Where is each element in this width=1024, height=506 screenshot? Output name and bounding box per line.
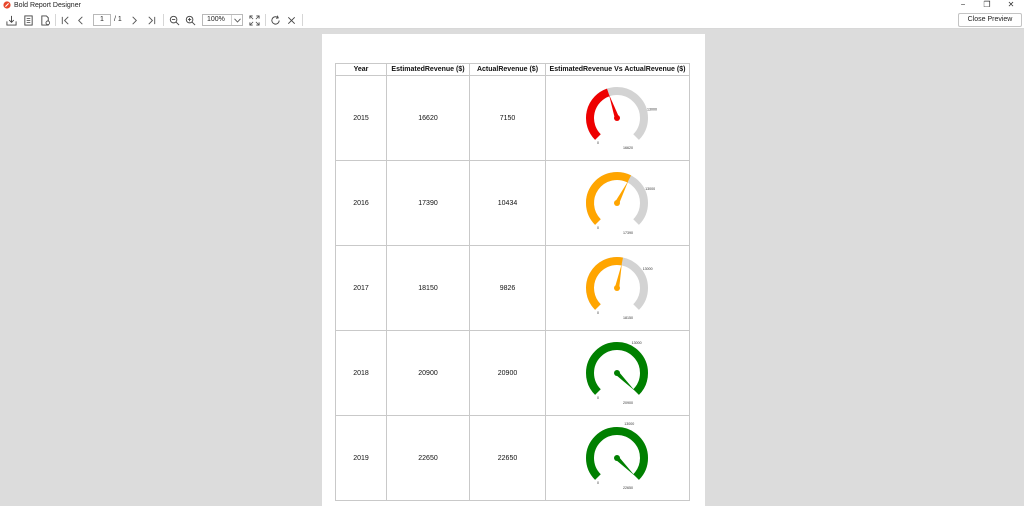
estimated-revenue-cell: 18150 xyxy=(386,245,470,331)
estimated-revenue-cell: 17390 xyxy=(386,160,470,246)
year-cell: 2016 xyxy=(335,160,387,246)
column-header-estimated-revenue: EstimatedRevenue ($) xyxy=(386,63,470,76)
revenue-table: Year EstimatedRevenue ($) ActualRevenue … xyxy=(335,63,690,501)
next-page-icon[interactable] xyxy=(127,13,141,27)
bold-reports-logo-icon xyxy=(3,1,11,9)
first-page-icon[interactable] xyxy=(58,13,72,27)
revenue-gauge: 0 20900 13000 xyxy=(586,341,648,405)
gauge-needle xyxy=(614,263,622,289)
gauge-target-label: 13000 xyxy=(624,422,634,426)
zoom-value: 100% xyxy=(207,16,225,23)
revenue-gauge: 0 17390 13000 xyxy=(586,172,655,235)
table-row: 2016 17390 10434 0 17390 13000 xyxy=(335,160,690,246)
gauge-value-arc xyxy=(586,172,632,225)
gauge-value-arc xyxy=(586,427,648,480)
page-total-label: / 1 xyxy=(114,16,122,23)
gauge-needle-cap xyxy=(614,370,620,376)
minimize-button[interactable]: − xyxy=(952,0,974,11)
toolbar-separator xyxy=(302,14,303,26)
actual-revenue-cell: 10434 xyxy=(469,160,546,246)
toolbar-separator xyxy=(55,14,56,26)
previous-page-icon[interactable] xyxy=(73,13,87,27)
fit-page-icon[interactable] xyxy=(247,13,261,27)
gauge-max-label: 20900 xyxy=(623,401,633,405)
table-row: 2019 22650 22650 0 22650 13000 xyxy=(335,415,690,501)
gauge-min-label: 0 xyxy=(597,311,599,315)
gauge-cell: 0 16620 13000 xyxy=(545,75,690,161)
year-cell: 2017 xyxy=(335,245,387,331)
column-header-gauge: EstimatedRevenue Vs ActualRevenue ($) xyxy=(545,63,690,76)
gauge-min-label: 0 xyxy=(597,226,599,230)
gauge-min-label: 0 xyxy=(597,396,599,400)
gauge-max-label: 16620 xyxy=(623,146,633,150)
estimated-revenue-cell: 22650 xyxy=(386,415,470,501)
preview-toolbar: 1 / 1 100% Close Preview xyxy=(0,11,1024,29)
revenue-gauge: 0 22650 13000 xyxy=(586,422,648,490)
toolbar-separator xyxy=(163,14,164,26)
gauge-max-label: 18150 xyxy=(623,316,633,320)
gauge-target-label: 13000 xyxy=(647,107,657,111)
column-header-actual-revenue: ActualRevenue ($) xyxy=(469,63,546,76)
export-icon[interactable] xyxy=(4,13,18,27)
gauge-min-label: 0 xyxy=(597,481,599,485)
table-row: 2018 20900 20900 0 20900 13000 xyxy=(335,330,690,416)
chevron-down-icon[interactable] xyxy=(231,15,242,25)
gauge-target-label: 13000 xyxy=(645,187,655,191)
gauge-needle-cap xyxy=(614,285,620,291)
page-setup-icon[interactable] xyxy=(38,13,52,27)
zoom-in-icon[interactable] xyxy=(183,13,197,27)
gauge-min-label: 0 xyxy=(597,141,599,145)
estimated-revenue-cell: 16620 xyxy=(386,75,470,161)
column-header-year: Year xyxy=(335,63,387,76)
actual-revenue-cell: 22650 xyxy=(469,415,546,501)
toolbar-separator xyxy=(265,14,266,26)
year-cell: 2018 xyxy=(335,330,387,416)
window-title: Bold Report Designer xyxy=(14,2,81,9)
print-layout-icon[interactable] xyxy=(21,13,35,27)
cancel-icon[interactable] xyxy=(284,13,298,27)
close-window-button[interactable]: ✕ xyxy=(1000,0,1022,11)
zoom-dropdown[interactable]: 100% xyxy=(202,14,243,26)
page-number-input[interactable]: 1 xyxy=(93,14,111,26)
table-row: 2017 18150 9826 0 18150 13000 xyxy=(335,245,690,331)
gauge-needle-cap xyxy=(614,115,620,121)
year-cell: 2015 xyxy=(335,75,387,161)
table-header-row: Year EstimatedRevenue ($) ActualRevenue … xyxy=(335,63,690,76)
window-titlebar: Bold Report Designer − ❐ ✕ xyxy=(0,0,1024,11)
gauge-cell: 0 17390 13000 xyxy=(545,160,690,246)
gauge-value-arc xyxy=(586,88,610,140)
estimated-revenue-cell: 20900 xyxy=(386,330,470,416)
gauge-target-label: 13000 xyxy=(643,267,653,271)
revenue-gauge: 0 18150 13000 xyxy=(586,257,653,320)
zoom-out-icon[interactable] xyxy=(167,13,181,27)
gauge-needle-cap xyxy=(614,200,620,206)
table-row: 2015 16620 7150 0 16620 13000 xyxy=(335,75,690,161)
close-preview-button[interactable]: Close Preview xyxy=(958,13,1022,27)
actual-revenue-cell: 20900 xyxy=(469,330,546,416)
restore-button[interactable]: ❐ xyxy=(976,0,998,11)
year-cell: 2019 xyxy=(335,415,387,501)
refresh-icon[interactable] xyxy=(268,13,282,27)
report-page: Year EstimatedRevenue ($) ActualRevenue … xyxy=(322,34,705,506)
actual-revenue-cell: 9826 xyxy=(469,245,546,331)
gauge-cell: 0 20900 13000 xyxy=(545,330,690,416)
gauge-needle-cap xyxy=(614,455,620,461)
gauge-cell: 0 18150 13000 xyxy=(545,245,690,331)
actual-revenue-cell: 7150 xyxy=(469,75,546,161)
gauge-max-label: 22650 xyxy=(623,486,633,490)
gauge-target-label: 13000 xyxy=(632,341,642,345)
last-page-icon[interactable] xyxy=(144,13,158,27)
revenue-gauge: 0 16620 13000 xyxy=(586,87,657,150)
gauge-value-arc xyxy=(586,342,648,395)
gauge-max-label: 17390 xyxy=(623,231,633,235)
gauge-cell: 0 22650 13000 xyxy=(545,415,690,501)
